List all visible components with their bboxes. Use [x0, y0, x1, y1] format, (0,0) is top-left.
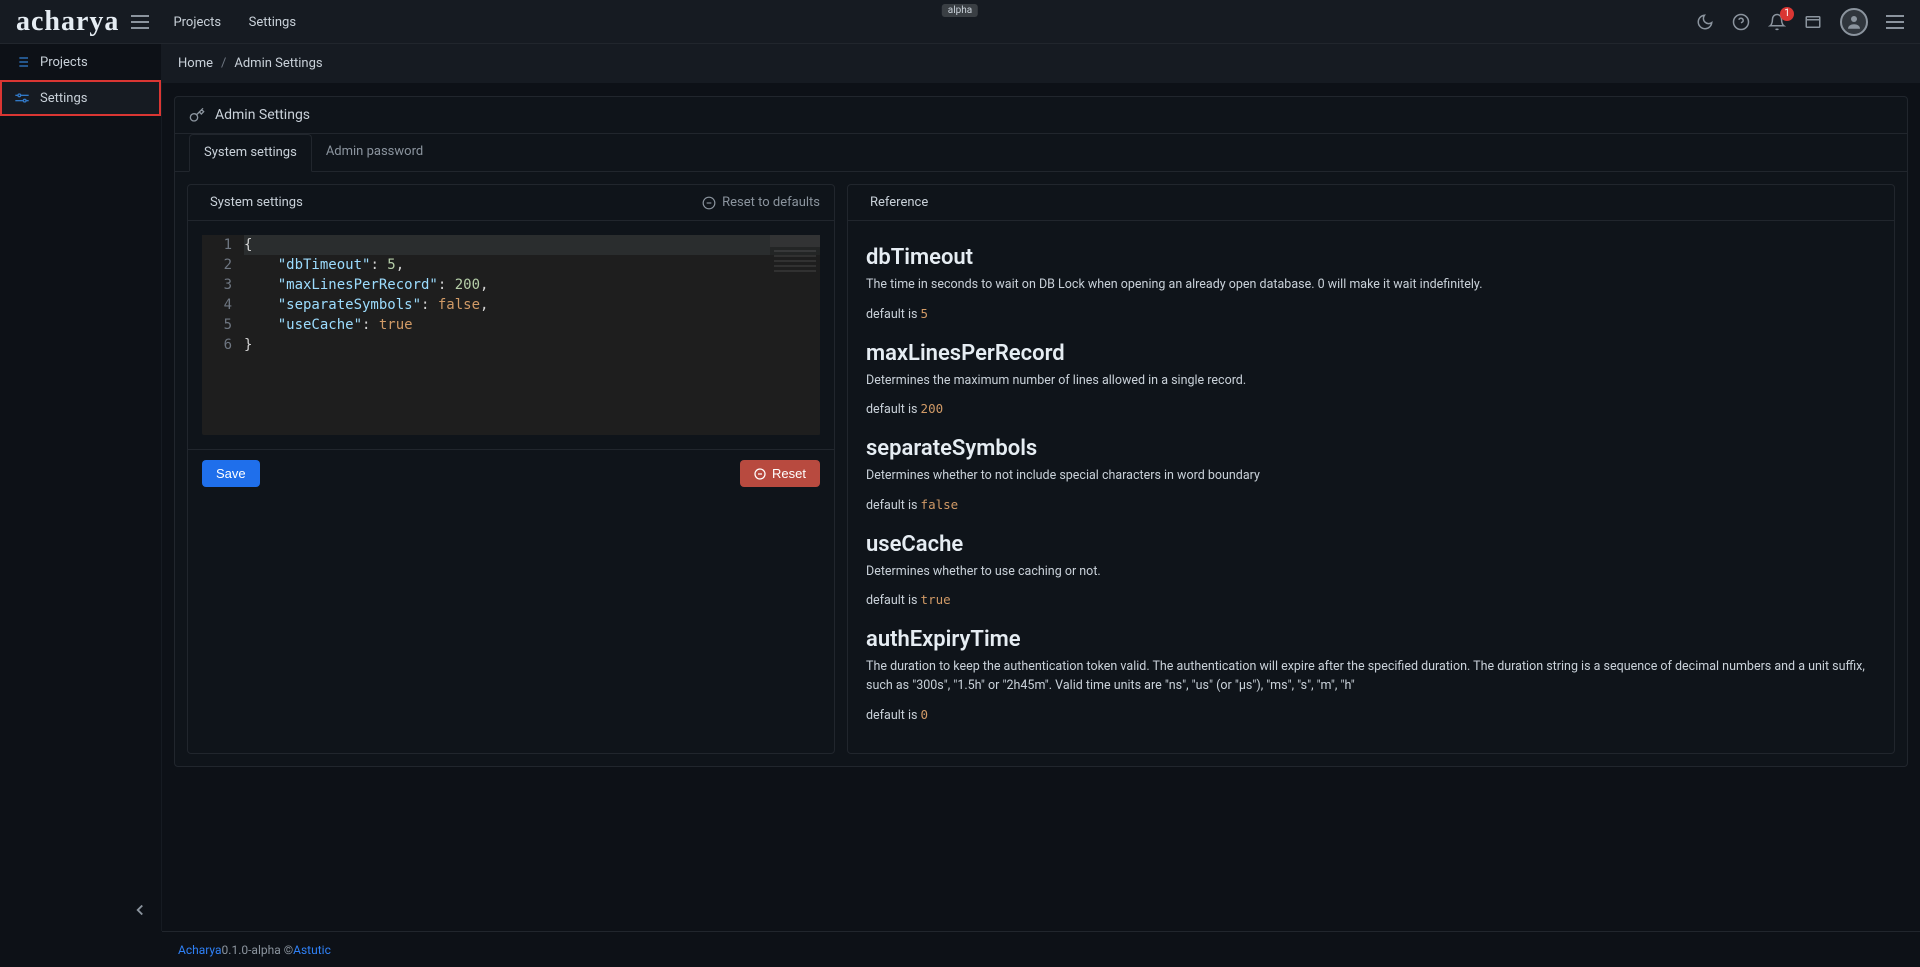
reference-heading: maxLinesPerRecord — [866, 341, 1876, 366]
panel-header: Admin Settings — [175, 97, 1907, 134]
reference-heading: separateSymbols — [866, 436, 1876, 461]
breadcrumb-home[interactable]: Home — [178, 56, 213, 71]
reset-to-defaults-label: Reset to defaults — [722, 195, 820, 210]
reference-heading: useCache — [866, 532, 1876, 557]
help-icon[interactable] — [1732, 13, 1750, 31]
main: Admin Settings System settings Admin pas… — [162, 84, 1920, 931]
reference-description: Determines the maximum number of lines a… — [866, 372, 1876, 391]
card-title: Reference — [870, 195, 928, 210]
card-footer: Save Reset — [188, 449, 834, 497]
breadcrumb: Home / Admin Settings — [162, 44, 1920, 84]
tab-system-settings[interactable]: System settings — [189, 134, 312, 172]
reference-description: The time in seconds to wait on DB Lock w… — [866, 276, 1876, 295]
settings-editor[interactable]: 1{2 "dbTimeout": 5,3 "maxLinesPerRecord"… — [202, 235, 820, 435]
app-logo: acharya — [16, 6, 119, 38]
editor-line[interactable]: 1{ — [202, 235, 820, 255]
top-nav: Projects Settings — [173, 14, 320, 30]
nav-settings[interactable]: Settings — [249, 15, 296, 30]
tab-admin-password[interactable]: Admin password — [312, 134, 437, 171]
footer: Acharya 0.1.0-alpha © Astutic — [162, 931, 1920, 967]
window-icon[interactable] — [1804, 13, 1822, 31]
hamburger-icon[interactable] — [131, 15, 149, 29]
editor-line[interactable]: 4 "separateSymbols": false, — [202, 295, 820, 315]
reset-to-defaults-link[interactable]: Reset to defaults — [702, 195, 820, 210]
key-icon — [189, 107, 205, 123]
reference-description: Determines whether to use caching or not… — [866, 563, 1876, 582]
settings-tabs: System settings Admin password — [175, 134, 1907, 172]
reference-default: default is false — [866, 496, 1876, 516]
topbar-right: 1 — [1696, 8, 1904, 36]
editor-line[interactable]: 6} — [202, 335, 820, 355]
sidebar: Projects Settings — [0, 44, 162, 931]
reference-default: default is 0 — [866, 706, 1876, 726]
breadcrumb-current: Admin Settings — [234, 56, 322, 71]
tab-content: System settings Reset to defaults 1{2 "d… — [175, 172, 1907, 766]
top-bar: acharya Projects Settings alpha 1 — [0, 0, 1920, 44]
reset-button-label: Reset — [772, 466, 806, 481]
editor-line[interactable]: 5 "useCache": true — [202, 315, 820, 335]
sliders-icon — [14, 90, 30, 106]
admin-settings-panel: Admin Settings System settings Admin pas… — [174, 96, 1908, 767]
notifications-icon[interactable]: 1 — [1768, 13, 1786, 31]
footer-company-link[interactable]: Astutic — [293, 943, 331, 957]
reference-card: Reference dbTimeout The time in seconds t… — [847, 184, 1895, 754]
editor-line[interactable]: 3 "maxLinesPerRecord": 200, — [202, 275, 820, 295]
collapse-sidebar-button[interactable] — [131, 901, 149, 923]
reference-default: default is 200 — [866, 400, 1876, 420]
card-title: System settings — [210, 195, 303, 210]
sidebar-item-label: Settings — [40, 91, 87, 106]
save-button[interactable]: Save — [202, 460, 260, 487]
editor-line[interactable]: 2 "dbTimeout": 5, — [202, 255, 820, 275]
reference-heading: authExpiryTime — [866, 627, 1876, 652]
sidebar-item-settings[interactable]: Settings — [0, 80, 161, 116]
notification-badge: 1 — [1780, 7, 1794, 21]
reference-description: The duration to keep the authentication … — [866, 658, 1876, 696]
nav-projects[interactable]: Projects — [173, 15, 221, 30]
card-header: Reference — [848, 185, 1894, 221]
system-settings-card: System settings Reset to defaults 1{2 "d… — [187, 184, 835, 754]
reset-button[interactable]: Reset — [740, 460, 820, 487]
breadcrumb-separator: / — [221, 56, 226, 71]
footer-version: 0.1.0-alpha © — [222, 943, 294, 957]
reference-default: default is 5 — [866, 305, 1876, 325]
card-header: System settings Reset to defaults — [188, 185, 834, 221]
reference-heading: dbTimeout — [866, 245, 1876, 270]
theme-icon[interactable] — [1696, 13, 1714, 31]
reference-description: Determines whether to not include specia… — [866, 467, 1876, 486]
page-title: Admin Settings — [215, 107, 310, 123]
avatar[interactable] — [1840, 8, 1868, 36]
editor-minimap[interactable] — [770, 235, 820, 435]
footer-product-link[interactable]: Acharya — [178, 943, 222, 957]
reference-default: default is true — [866, 591, 1876, 611]
sidebar-item-projects[interactable]: Projects — [0, 44, 161, 80]
reference-body: dbTimeout The time in seconds to wait on … — [848, 221, 1894, 753]
alpha-badge: alpha — [942, 4, 978, 17]
menu-icon[interactable] — [1886, 15, 1904, 29]
sidebar-item-label: Projects — [40, 55, 88, 70]
list-icon — [14, 54, 30, 70]
